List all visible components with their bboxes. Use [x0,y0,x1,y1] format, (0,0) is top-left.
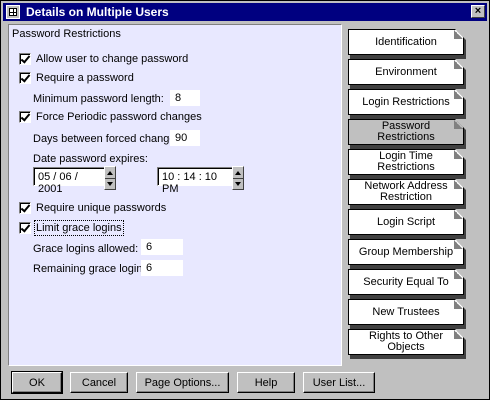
allow-change-password-label: Allow user to change password [36,53,189,65]
days-between-label: Days between forced changes: [33,133,185,145]
checkbox-box[interactable] [19,222,31,234]
page-login-time-restrictions[interactable]: Login Time Restrictions [348,149,464,175]
min-length-field[interactable]: 8 [170,90,200,106]
limit-grace-label: Limit grace logins [34,220,124,236]
panel-title: Password Restrictions [12,28,121,40]
expires-label: Date password expires: [33,153,148,165]
page-login-restrictions[interactable]: Login Restrictions [348,89,464,115]
checkbox-box[interactable] [19,53,31,65]
date-spinner[interactable] [104,166,116,190]
user-list-button[interactable]: User List... [303,372,375,393]
page-password-restrictions[interactable]: Password Restrictions [348,119,464,145]
checkbox-box[interactable] [19,111,31,123]
page-identification[interactable]: Identification [348,29,464,55]
spin-down-icon[interactable] [105,178,115,189]
require-password-checkbox[interactable]: Require a password [19,72,134,84]
page-security-equal-to[interactable]: Security Equal To [348,269,464,295]
grace-allowed-label: Grace logins allowed: [33,243,139,255]
page-new-trustees[interactable]: New Trustees [348,299,464,325]
page-options-button[interactable]: Page Options... [136,372,229,393]
ok-button[interactable]: OK [11,371,63,394]
close-button[interactable]: × [471,5,485,18]
page-group-membership[interactable]: Group Membership [348,239,464,265]
expiry-time-field[interactable]: 10 : 14 : 10 PM [157,167,233,195]
help-button[interactable]: Help [237,372,295,393]
password-restrictions-panel: Password Restrictions Allow user to chan… [8,24,342,366]
spin-down-icon[interactable] [233,178,243,189]
details-dialog: Details on Multiple Users × Password Res… [0,0,490,400]
cancel-button[interactable]: Cancel [70,372,128,393]
grace-remaining-label: Remaining grace logins: [33,263,152,275]
title-bar[interactable]: Details on Multiple Users × [3,3,487,21]
force-periodic-label: Force Periodic password changes [36,111,202,123]
force-periodic-checkbox[interactable]: Force Periodic password changes [19,111,202,123]
page-rights-to-other-objects[interactable]: Rights to Other Objects [348,329,464,355]
app-icon [6,5,20,19]
require-password-label: Require a password [36,72,134,84]
spin-up-icon[interactable] [105,167,115,178]
require-unique-label: Require unique passwords [36,202,167,214]
spin-up-icon[interactable] [233,167,243,178]
grace-allowed-field[interactable]: 6 [141,239,183,255]
min-length-label: Minimum password length: [33,93,164,105]
window-title: Details on Multiple Users [26,5,169,19]
grace-remaining-field[interactable]: 6 [141,260,183,276]
page-environment[interactable]: Environment [348,59,464,85]
require-unique-checkbox[interactable]: Require unique passwords [19,202,166,214]
expiry-date-field[interactable]: 05 / 06 / 2001 [33,167,105,195]
page-network-address-restriction[interactable]: Network Address Restriction [348,179,464,205]
allow-change-password-checkbox[interactable]: Allow user to change password [19,53,188,65]
checkbox-box[interactable] [19,202,31,214]
checkbox-box[interactable] [19,72,31,84]
time-spinner[interactable] [232,166,244,190]
page-login-script[interactable]: Login Script [348,209,464,235]
days-between-field[interactable]: 90 [170,130,200,146]
limit-grace-checkbox[interactable]: Limit grace logins [19,220,124,236]
